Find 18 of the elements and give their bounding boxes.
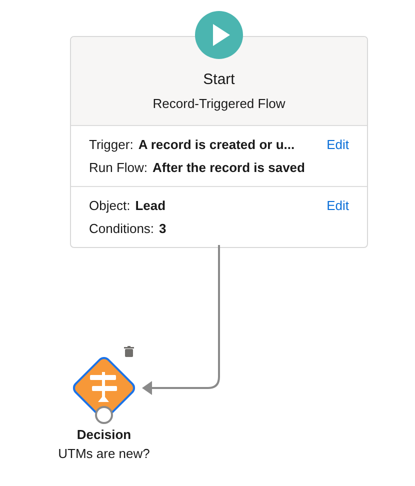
edit-link[interactable]: Edit	[326, 194, 349, 217]
field-label: Object:	[89, 197, 130, 215]
trash-icon[interactable]	[124, 346, 134, 357]
field-label: Conditions:	[89, 220, 154, 238]
field-value: 3	[159, 220, 166, 238]
field-value: After the record is saved	[152, 159, 305, 177]
decision-subtitle: UTMs are new?	[58, 445, 150, 463]
field-label: Run Flow:	[89, 159, 148, 177]
connector-circle[interactable]	[94, 405, 114, 425]
start-card[interactable]: Start Record-Triggered Flow Trigger: A record is created or u... Run Flow: After the record is saved Edit Object: Lead Conditions: 3 Edit	[70, 36, 368, 248]
field-label: Trigger:	[89, 136, 134, 154]
edit-link[interactable]: Edit	[326, 133, 349, 156]
field-value: A record is created or u...	[138, 136, 295, 154]
start-subtitle: Record-Triggered Flow	[152, 95, 286, 113]
start-icon[interactable]	[195, 11, 243, 59]
start-title: Start	[203, 70, 235, 90]
decision-title: Decision	[76, 426, 132, 444]
field-value: Lead	[135, 197, 166, 215]
